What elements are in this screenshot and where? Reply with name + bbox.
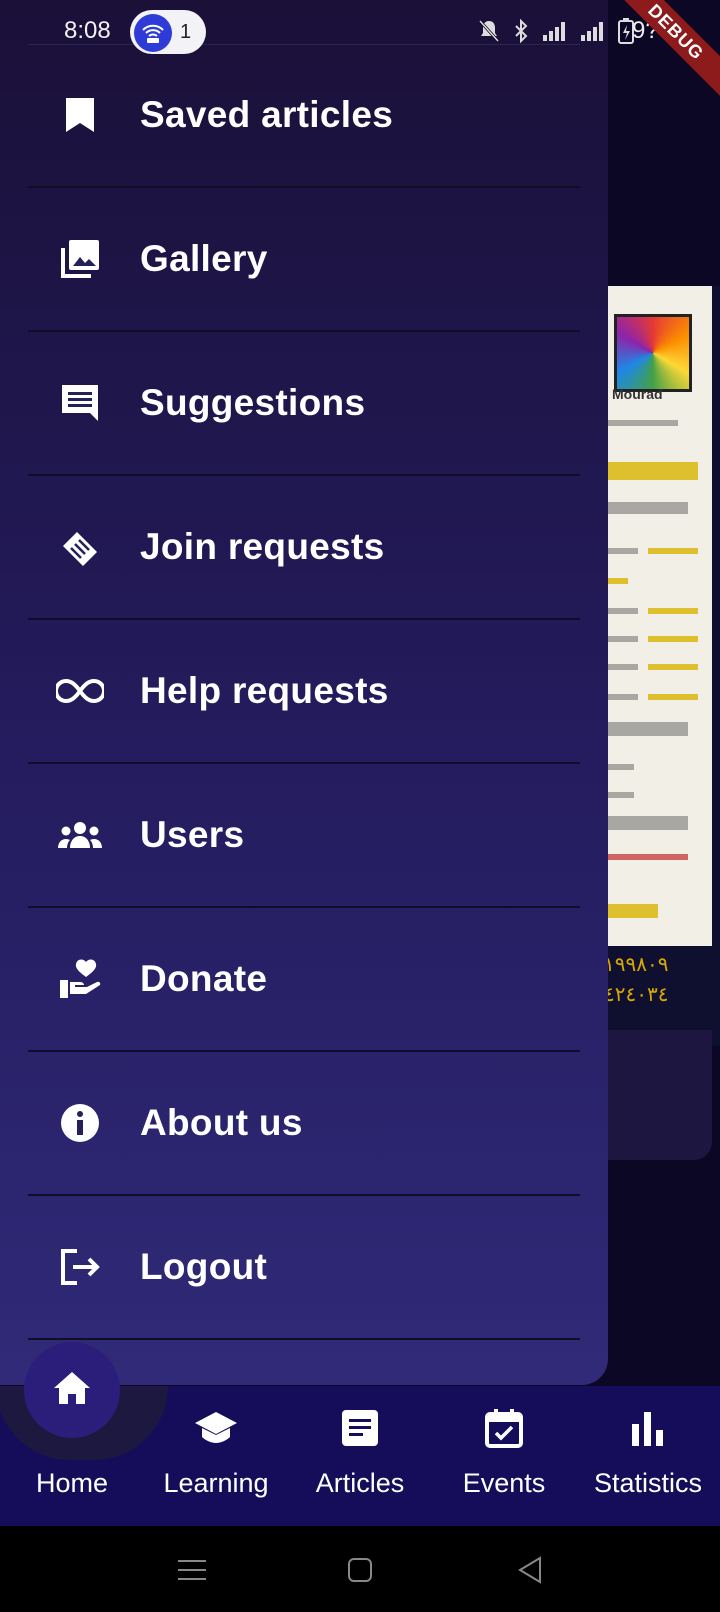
home-fab[interactable] [24, 1342, 120, 1438]
drawer-item-donate[interactable]: Donate [28, 908, 580, 1052]
article-icon [336, 1404, 384, 1452]
users-icon [56, 811, 104, 859]
drawer-item-label: Help requests [140, 670, 389, 711]
logout-icon [56, 1243, 104, 1291]
drawer-item-saved-articles[interactable]: Saved articles [28, 44, 580, 188]
drawer-item-label: Join requests [140, 526, 385, 567]
banner-logo-text: Mourad [612, 386, 663, 402]
drawer-item-label: Saved articles [140, 94, 394, 135]
drawer-item-users[interactable]: Users [28, 764, 580, 908]
nav-label: Events [462, 1468, 546, 1498]
recents-button[interactable] [172, 1552, 212, 1592]
drawer-item-label: Logout [140, 1246, 268, 1287]
nav-item-articles[interactable]: Articles [288, 1386, 432, 1526]
status-bar: 8:08 1 9?% DEBUG [0, 0, 720, 99]
square-icon [347, 1557, 373, 1588]
nav-item-statistics[interactable]: Statistics [576, 1386, 720, 1526]
info-icon [56, 1099, 104, 1147]
home-icon [52, 1370, 92, 1411]
handshake-icon [56, 523, 104, 571]
message-icon [56, 379, 104, 427]
donate-icon [56, 955, 104, 1003]
nav-label: Learning [163, 1468, 269, 1498]
home-button[interactable] [340, 1552, 380, 1592]
system-navigation-bar [0, 1526, 720, 1612]
drawer-item-label: Suggestions [140, 382, 366, 423]
back-triangle-icon [517, 1555, 543, 1589]
event-icon [480, 1404, 528, 1452]
drawer-item-help-requests[interactable]: Help requests [28, 620, 580, 764]
drawer-item-label: Users [140, 814, 245, 855]
drawer-item-label: Donate [140, 958, 268, 999]
signal-icon [580, 21, 604, 46]
menu-icon [178, 1558, 206, 1587]
status-icons [478, 18, 634, 49]
hotspot-indicator[interactable]: 1 [130, 10, 206, 54]
notification-count: 1 [180, 21, 192, 43]
bell-off-icon [478, 19, 500, 48]
nav-label: Articles [315, 1468, 405, 1498]
gallery-icon [56, 235, 104, 283]
infinity-icon [56, 667, 104, 715]
school-icon [192, 1404, 240, 1452]
banner-logo [614, 314, 692, 392]
nav-item-events[interactable]: Events [432, 1386, 576, 1526]
drawer-item-join-requests[interactable]: Join requests [28, 476, 580, 620]
banner-image: Mourad [608, 286, 712, 946]
drawer-item-logout[interactable]: Logout [28, 1196, 580, 1340]
status-time: 8:08 [64, 17, 111, 44]
drawer-item-label: Gallery [140, 238, 268, 279]
bookmark-icon [56, 91, 104, 139]
nav-label: Home [35, 1468, 109, 1498]
signal-icon [542, 21, 566, 46]
bluetooth-icon [514, 18, 528, 48]
drawer-item-label: About us [140, 1102, 303, 1143]
back-button[interactable] [510, 1552, 550, 1592]
navigation-drawer: Saved articles Gallery Suggestions Join … [0, 0, 608, 1385]
drawer-item-suggestions[interactable]: Suggestions [28, 332, 580, 476]
nav-item-learning[interactable]: Learning [144, 1386, 288, 1526]
nav-label: Statistics [593, 1468, 703, 1498]
banner-footer: ١٩٩٨٠٩ ٤٢٤٠٣٤ [604, 954, 669, 1006]
drawer-item-about-us[interactable]: About us [28, 1052, 580, 1196]
wifi-icon [134, 14, 172, 52]
drawer-item-gallery[interactable]: Gallery [28, 188, 580, 332]
bar-chart-icon [624, 1404, 672, 1452]
